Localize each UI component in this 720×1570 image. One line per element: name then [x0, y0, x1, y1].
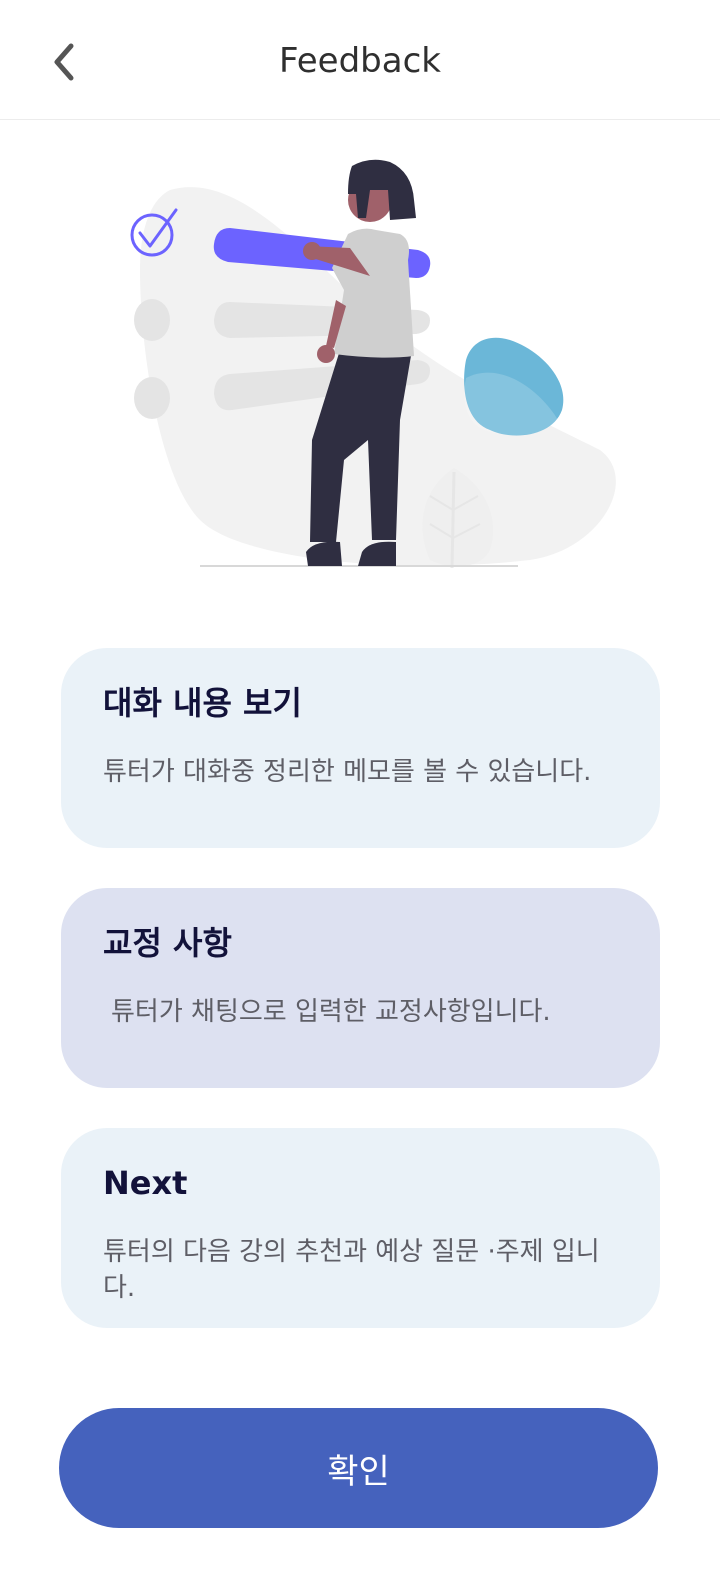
card-description: 튜터가 채팅으로 입력한 교정사항입니다. [111, 997, 551, 1027]
page-title: Feedback [279, 41, 441, 81]
card-description: 튜터의 다음 강의 추천과 예상 질문 ·주제 입니다. [103, 1237, 600, 1303]
card-title: 대화 내용 보기 [103, 684, 302, 722]
app-header: Feedback [0, 0, 720, 120]
confirm-button[interactable]: 확인 [59, 1408, 658, 1528]
card-description: 튜터가 대화중 정리한 메모를 볼 수 있습니다. [103, 757, 592, 787]
next-recommendations-card[interactable]: Next 튜터의 다음 강의 추천과 예상 질문 ·주제 입니다. [61, 1128, 660, 1328]
corrections-card[interactable]: 교정 사항 튜터가 채팅으로 입력한 교정사항입니다. [61, 888, 660, 1088]
card-title: 교정 사항 [103, 924, 232, 962]
conversation-notes-card[interactable]: 대화 내용 보기 튜터가 대화중 정리한 메모를 볼 수 있습니다. [61, 648, 660, 848]
card-title: Next [103, 1164, 188, 1202]
woman-with-checklist-illustration [130, 159, 616, 569]
